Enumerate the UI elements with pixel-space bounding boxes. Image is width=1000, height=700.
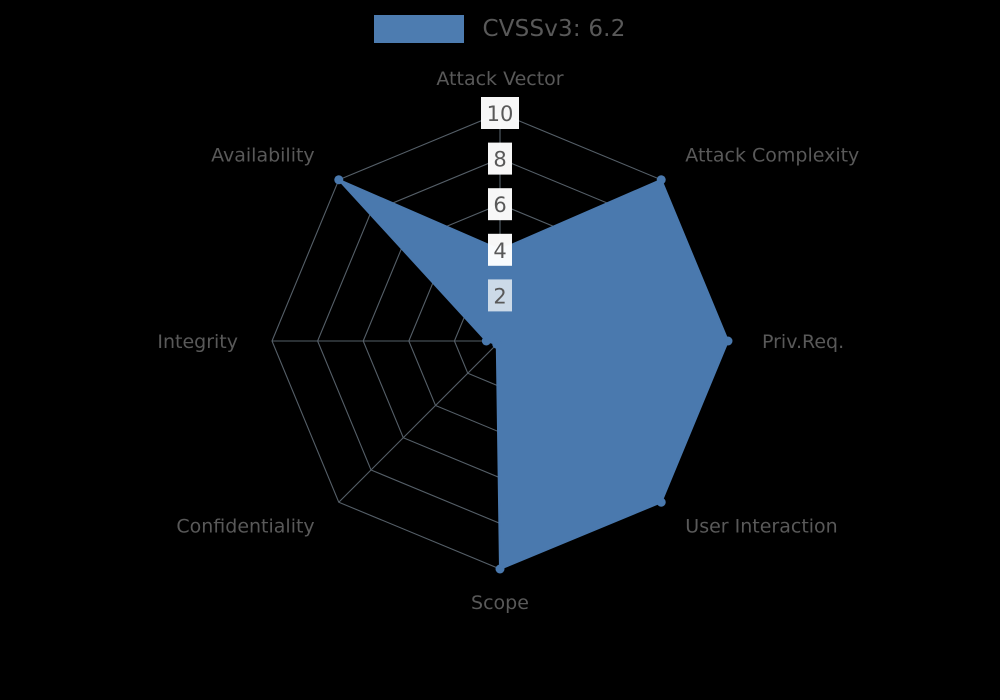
series-data-point (481, 336, 491, 346)
series-data-point (723, 336, 733, 346)
axis-label-integrity: Integrity (157, 331, 238, 353)
axis-label-confidentiality: Confidentiality (176, 515, 314, 537)
radial-tick-label-6: 6 (493, 193, 506, 217)
radar-plot-area: Attack Vector Attack Complexity Priv.Req. U… (157, 68, 859, 614)
series-data-point (656, 175, 666, 185)
axis-label-scope: Scope (471, 592, 529, 614)
radial-tick-label-10: 10 (487, 102, 514, 126)
series-area (337, 178, 729, 570)
radial-tick-label-2: 2 (493, 284, 506, 308)
axis-label-attack-vector: Attack Vector (436, 68, 563, 90)
radial-tick-label-4: 4 (493, 239, 506, 263)
axis-label-user-interaction: User Interaction (685, 515, 837, 537)
radial-tick-label-8: 8 (493, 148, 506, 172)
axis-label-priv-req: Priv.Req. (762, 331, 844, 353)
series-data-point (656, 497, 666, 507)
radar-series-polygon (337, 178, 729, 570)
series-data-point (492, 339, 502, 349)
axis-label-attack-complexity: Attack Complexity (685, 145, 859, 167)
series-data-point (495, 564, 505, 574)
cvss-radar-chart: CVSSv3: 6.2 Attack Vector Attack Complexi… (0, 0, 1000, 700)
axis-label-availability: Availability (211, 145, 315, 167)
series-data-point (334, 175, 344, 185)
